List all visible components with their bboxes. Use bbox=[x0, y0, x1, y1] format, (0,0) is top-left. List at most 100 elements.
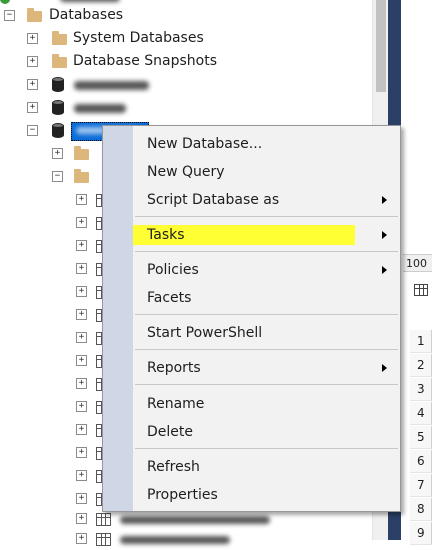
result-row-number[interactable]: 2 bbox=[410, 354, 432, 377]
table-row[interactable]: + bbox=[0, 189, 111, 211]
tree-node-database-snapshots[interactable]: + Database Snapshots bbox=[0, 51, 230, 73]
table-row[interactable]: + bbox=[0, 281, 111, 303]
database-icon bbox=[52, 77, 64, 92]
table-row[interactable]: + bbox=[0, 465, 111, 487]
table-row[interactable]: + bbox=[0, 373, 111, 395]
expand-icon[interactable]: + bbox=[76, 470, 87, 481]
database-icon bbox=[52, 100, 64, 115]
submenu-arrow-icon bbox=[382, 196, 387, 204]
expand-icon[interactable]: + bbox=[27, 79, 38, 90]
folder-icon bbox=[52, 31, 67, 45]
menu-item-refresh[interactable]: Refresh bbox=[133, 454, 400, 480]
collapse-icon[interactable]: − bbox=[4, 10, 15, 21]
submenu-arrow-icon bbox=[382, 266, 387, 274]
folder-icon bbox=[52, 54, 67, 68]
expand-icon[interactable]: + bbox=[76, 286, 87, 297]
result-row-number[interactable]: 8 bbox=[410, 498, 432, 521]
result-row-number[interactable]: 7 bbox=[410, 474, 432, 497]
menu-item-label: Reports bbox=[147, 360, 201, 376]
result-row-number[interactable]: 9 bbox=[410, 522, 432, 545]
tree-label-database-snapshots: Database Snapshots bbox=[73, 53, 217, 69]
menu-item-label: Facets bbox=[147, 290, 192, 306]
result-row-number[interactable]: 1 bbox=[410, 330, 432, 353]
expand-icon[interactable]: + bbox=[76, 309, 87, 320]
menu-item-reports[interactable]: Reports bbox=[133, 355, 400, 381]
menu-separator bbox=[135, 251, 398, 252]
menu-item-label: Delete bbox=[147, 424, 193, 440]
collapse-icon[interactable]: − bbox=[52, 171, 63, 182]
table-row[interactable]: + bbox=[0, 327, 111, 349]
menu-item-new-query[interactable]: New Query bbox=[133, 159, 400, 185]
expand-icon[interactable]: + bbox=[76, 217, 87, 228]
expand-icon[interactable]: + bbox=[76, 355, 87, 366]
tree-node-system-databases[interactable]: + System Databases bbox=[0, 28, 220, 50]
result-row-number[interactable]: 5 bbox=[410, 426, 432, 449]
expand-icon[interactable]: + bbox=[76, 447, 87, 458]
menu-item-delete[interactable]: Delete bbox=[133, 419, 400, 445]
obscured-database-name bbox=[74, 81, 149, 90]
table-row[interactable]: + bbox=[0, 235, 111, 257]
menu-separator bbox=[135, 314, 398, 315]
expand-icon[interactable]: + bbox=[52, 148, 63, 159]
expand-icon[interactable]: + bbox=[76, 493, 87, 504]
result-row-number[interactable]: 4 bbox=[410, 402, 432, 425]
expand-icon[interactable]: + bbox=[27, 102, 38, 113]
table-row[interactable]: + bbox=[0, 442, 111, 464]
expand-icon[interactable]: + bbox=[27, 56, 38, 67]
menu-separator bbox=[135, 349, 398, 350]
folder-icon bbox=[27, 8, 42, 22]
table-row[interactable]: + bbox=[0, 258, 111, 280]
menu-item-properties[interactable]: Properties bbox=[133, 482, 400, 508]
menu-item-tasks[interactable]: Tasks bbox=[133, 222, 400, 248]
menu-item-label: New Database... bbox=[147, 136, 263, 152]
obscured-server-name bbox=[60, 0, 120, 2]
menu-item-label: Policies bbox=[147, 262, 199, 278]
menu-item-script-database-as[interactable]: Script Database as bbox=[133, 187, 400, 213]
zoom-level[interactable]: 100 bbox=[403, 254, 432, 272]
table-row[interactable]: + bbox=[0, 350, 111, 372]
expand-icon[interactable]: + bbox=[76, 332, 87, 343]
scrollbar-thumb[interactable] bbox=[376, 0, 386, 92]
expand-icon[interactable]: + bbox=[76, 240, 87, 251]
tree-node-tables-folder[interactable]: − bbox=[0, 166, 110, 188]
server-icon bbox=[0, 0, 10, 4]
database-icon bbox=[52, 123, 64, 138]
expand-icon[interactable]: + bbox=[76, 424, 87, 435]
table-row[interactable]: + bbox=[0, 304, 111, 326]
obscured-table-name bbox=[120, 516, 270, 524]
tree-node-database[interactable]: + bbox=[0, 74, 220, 96]
menu-separator bbox=[135, 448, 398, 449]
expand-icon[interactable]: + bbox=[76, 263, 87, 274]
menu-item-facets[interactable]: Facets bbox=[133, 285, 400, 311]
result-row-number[interactable]: 6 bbox=[410, 450, 432, 473]
folder-icon bbox=[74, 146, 89, 160]
grid-results-icon[interactable] bbox=[414, 284, 428, 296]
table-row[interactable]: + bbox=[0, 488, 111, 510]
menu-item-label: Tasks bbox=[147, 227, 185, 243]
tree-node-database[interactable]: + bbox=[0, 97, 220, 119]
menu-item-rename[interactable]: Rename bbox=[133, 391, 400, 417]
collapse-icon[interactable]: − bbox=[27, 125, 38, 136]
result-row-number[interactable]: 3 bbox=[410, 378, 432, 401]
submenu-arrow-icon bbox=[382, 364, 387, 372]
table-row[interactable]: + bbox=[0, 419, 111, 441]
folder-icon bbox=[74, 169, 89, 183]
tree-node-subfolder[interactable]: + bbox=[0, 143, 110, 165]
menu-icon-gutter bbox=[103, 126, 133, 511]
menu-separator bbox=[135, 216, 398, 217]
expand-icon[interactable]: + bbox=[27, 33, 38, 44]
menu-item-new-database[interactable]: New Database... bbox=[133, 131, 400, 157]
tree-label-databases: Databases bbox=[49, 7, 124, 23]
submenu-arrow-icon bbox=[382, 231, 387, 239]
table-row[interactable] bbox=[0, 528, 290, 550]
expand-icon[interactable]: + bbox=[76, 401, 87, 412]
expand-icon[interactable]: + bbox=[76, 378, 87, 389]
context-menu: New Database... New Query Script Databas… bbox=[102, 125, 401, 512]
table-row[interactable]: + bbox=[0, 212, 111, 234]
menu-item-start-powershell[interactable]: Start PowerShell bbox=[133, 320, 400, 346]
menu-item-policies[interactable]: Policies bbox=[133, 257, 400, 283]
tree-node-databases[interactable]: − Databases bbox=[0, 5, 200, 27]
expand-icon[interactable]: + bbox=[76, 194, 87, 205]
tree-label-system-databases: System Databases bbox=[73, 30, 204, 46]
table-row[interactable]: + bbox=[0, 396, 111, 418]
